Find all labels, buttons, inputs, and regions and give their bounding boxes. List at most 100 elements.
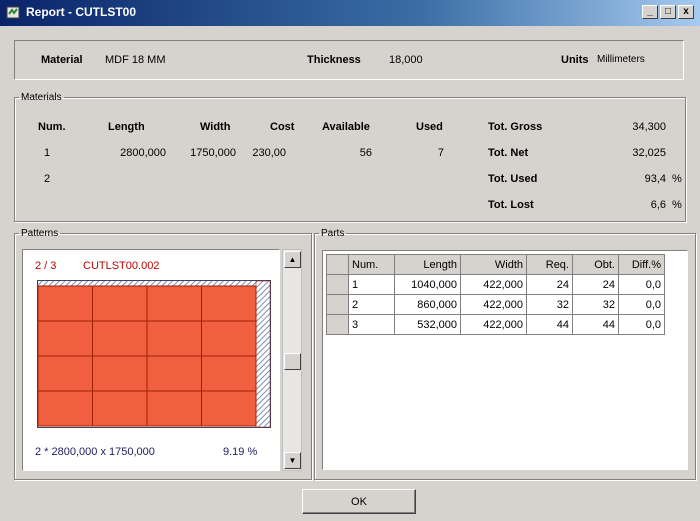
tot-used-unit: % <box>672 173 682 185</box>
thickness-label: Thickness <box>307 54 361 66</box>
cut-piece <box>201 285 257 322</box>
part-obt[interactable]: 32 <box>572 294 619 315</box>
units-label: Units <box>561 54 589 66</box>
mat-header-num: Num. <box>38 121 66 133</box>
mat-row2-num: 2 <box>44 173 51 185</box>
mat-row1-width: 1750,000 <box>190 147 236 159</box>
cut-piece <box>201 320 257 357</box>
part-diff[interactable]: 0,0 <box>618 294 665 315</box>
thickness-value: 18,000 <box>389 54 423 66</box>
scroll-up-arrow-icon[interactable]: ▲ <box>284 251 301 268</box>
parts-grid[interactable]: Num. Length Width Req. Obt. Diff.% 1 104… <box>322 250 688 470</box>
waste-strip-top <box>38 281 256 286</box>
row-selector[interactable] <box>326 294 349 315</box>
row-selector[interactable] <box>326 314 349 335</box>
tot-net-label: Tot. Net <box>488 147 529 159</box>
parts-header-diff[interactable]: Diff.% <box>618 254 665 275</box>
parts-legend: Parts <box>321 228 345 239</box>
cut-piece <box>92 355 148 392</box>
pattern-index: 2 / 3 <box>35 260 57 272</box>
part-length[interactable]: 860,000 <box>394 294 461 315</box>
tot-lost-label: Tot. Lost <box>488 199 534 211</box>
part-num[interactable]: 3 <box>348 314 395 335</box>
tot-gross-value: 34,300 <box>632 121 666 133</box>
pattern-viewer[interactable]: 2 / 3 CUTLST00.002 2 * 2800,000 x 1750,0… <box>22 249 280 471</box>
patterns-scrollbar[interactable]: ▲ ▼ <box>282 249 302 471</box>
window-title: Report - CUTLST00 <box>26 5 137 19</box>
tot-gross-label: Tot. Gross <box>488 121 543 133</box>
parts-header-req[interactable]: Req. <box>526 254 573 275</box>
title-bar[interactable]: Report - CUTLST00 _ □ x <box>0 0 700 26</box>
cut-piece <box>37 355 93 392</box>
mat-row1-num: 1 <box>44 147 51 159</box>
waste-strip-side <box>255 280 271 428</box>
parts-header-width[interactable]: Width <box>460 254 527 275</box>
tot-used-label: Tot. Used <box>488 173 538 185</box>
parts-header-num[interactable]: Num. <box>348 254 395 275</box>
material-info-panel: Material MDF 18 MM Thickness 18,000 Unit… <box>14 40 684 80</box>
parts-header-length[interactable]: Length <box>394 254 461 275</box>
ok-button[interactable]: OK <box>302 489 416 514</box>
table-row[interactable]: 1 1040,000 422,000 24 24 0,0 <box>326 274 665 295</box>
app-icon <box>6 6 20 19</box>
part-num[interactable]: 1 <box>348 274 395 295</box>
mat-header-cost: Cost <box>270 121 295 133</box>
table-row[interactable]: 2 860,000 422,000 32 32 0,0 <box>326 294 665 315</box>
scroll-thumb[interactable] <box>284 353 301 370</box>
cut-piece <box>37 320 93 357</box>
pattern-sheet-size: 2 * 2800,000 x 1750,000 <box>35 446 155 458</box>
cut-piece <box>146 320 202 357</box>
pattern-waste-percent: 9.19 % <box>223 446 258 458</box>
tot-lost-value: 6,6 <box>650 199 666 211</box>
parts-table: Num. Length Width Req. Obt. Diff.% 1 104… <box>326 254 665 335</box>
scroll-down-arrow-icon[interactable]: ▼ <box>284 452 301 469</box>
part-diff[interactable]: 0,0 <box>618 274 665 295</box>
minimize-button[interactable]: _ <box>642 5 658 19</box>
part-width[interactable]: 422,000 <box>460 274 527 295</box>
cut-piece <box>146 390 202 427</box>
part-length[interactable]: 1040,000 <box>394 274 461 295</box>
row-header-corner[interactable] <box>326 254 349 275</box>
cut-piece <box>92 320 148 357</box>
tot-used-value: 93,4 <box>644 173 666 185</box>
part-req[interactable]: 44 <box>526 314 573 335</box>
cut-piece <box>37 390 93 427</box>
part-obt[interactable]: 24 <box>572 274 619 295</box>
cut-piece <box>146 285 202 322</box>
mat-row1-cost: 230,00 <box>252 147 286 159</box>
tot-net-value: 32,025 <box>632 147 666 159</box>
mat-header-used: Used <box>416 121 443 133</box>
row-selector[interactable] <box>326 274 349 295</box>
cut-piece <box>92 390 148 427</box>
maximize-button[interactable]: □ <box>660 5 676 19</box>
parts-header-obt[interactable]: Obt. <box>572 254 619 275</box>
mat-row1-length: 2800,000 <box>120 147 166 159</box>
table-row[interactable]: 3 532,000 422,000 44 44 0,0 <box>326 314 665 335</box>
cut-piece <box>37 285 93 322</box>
part-req[interactable]: 24 <box>526 274 573 295</box>
material-value: MDF 18 MM <box>105 54 166 66</box>
part-diff[interactable]: 0,0 <box>618 314 665 335</box>
parts-header-row: Num. Length Width Req. Obt. Diff.% <box>326 254 665 275</box>
part-num[interactable]: 2 <box>348 294 395 315</box>
cut-piece <box>201 355 257 392</box>
units-value: Millimeters <box>597 54 645 65</box>
part-width[interactable]: 422,000 <box>460 294 527 315</box>
cut-piece <box>201 390 257 427</box>
mat-header-length: Length <box>108 121 145 133</box>
tot-lost-unit: % <box>672 199 682 211</box>
cut-piece <box>92 285 148 322</box>
part-req[interactable]: 32 <box>526 294 573 315</box>
part-obt[interactable]: 44 <box>572 314 619 335</box>
material-label: Material <box>41 54 83 66</box>
mat-row1-available: 56 <box>359 147 372 159</box>
mat-row1-used: 7 <box>437 147 444 159</box>
close-button[interactable]: x <box>678 5 694 19</box>
part-length[interactable]: 532,000 <box>394 314 461 335</box>
mat-header-width: Width <box>200 121 231 133</box>
materials-legend: Materials <box>21 92 62 103</box>
part-width[interactable]: 422,000 <box>460 314 527 335</box>
mat-header-available: Available <box>322 121 370 133</box>
cutting-pattern-diagram <box>37 280 271 428</box>
pattern-name: CUTLST00.002 <box>83 260 160 272</box>
